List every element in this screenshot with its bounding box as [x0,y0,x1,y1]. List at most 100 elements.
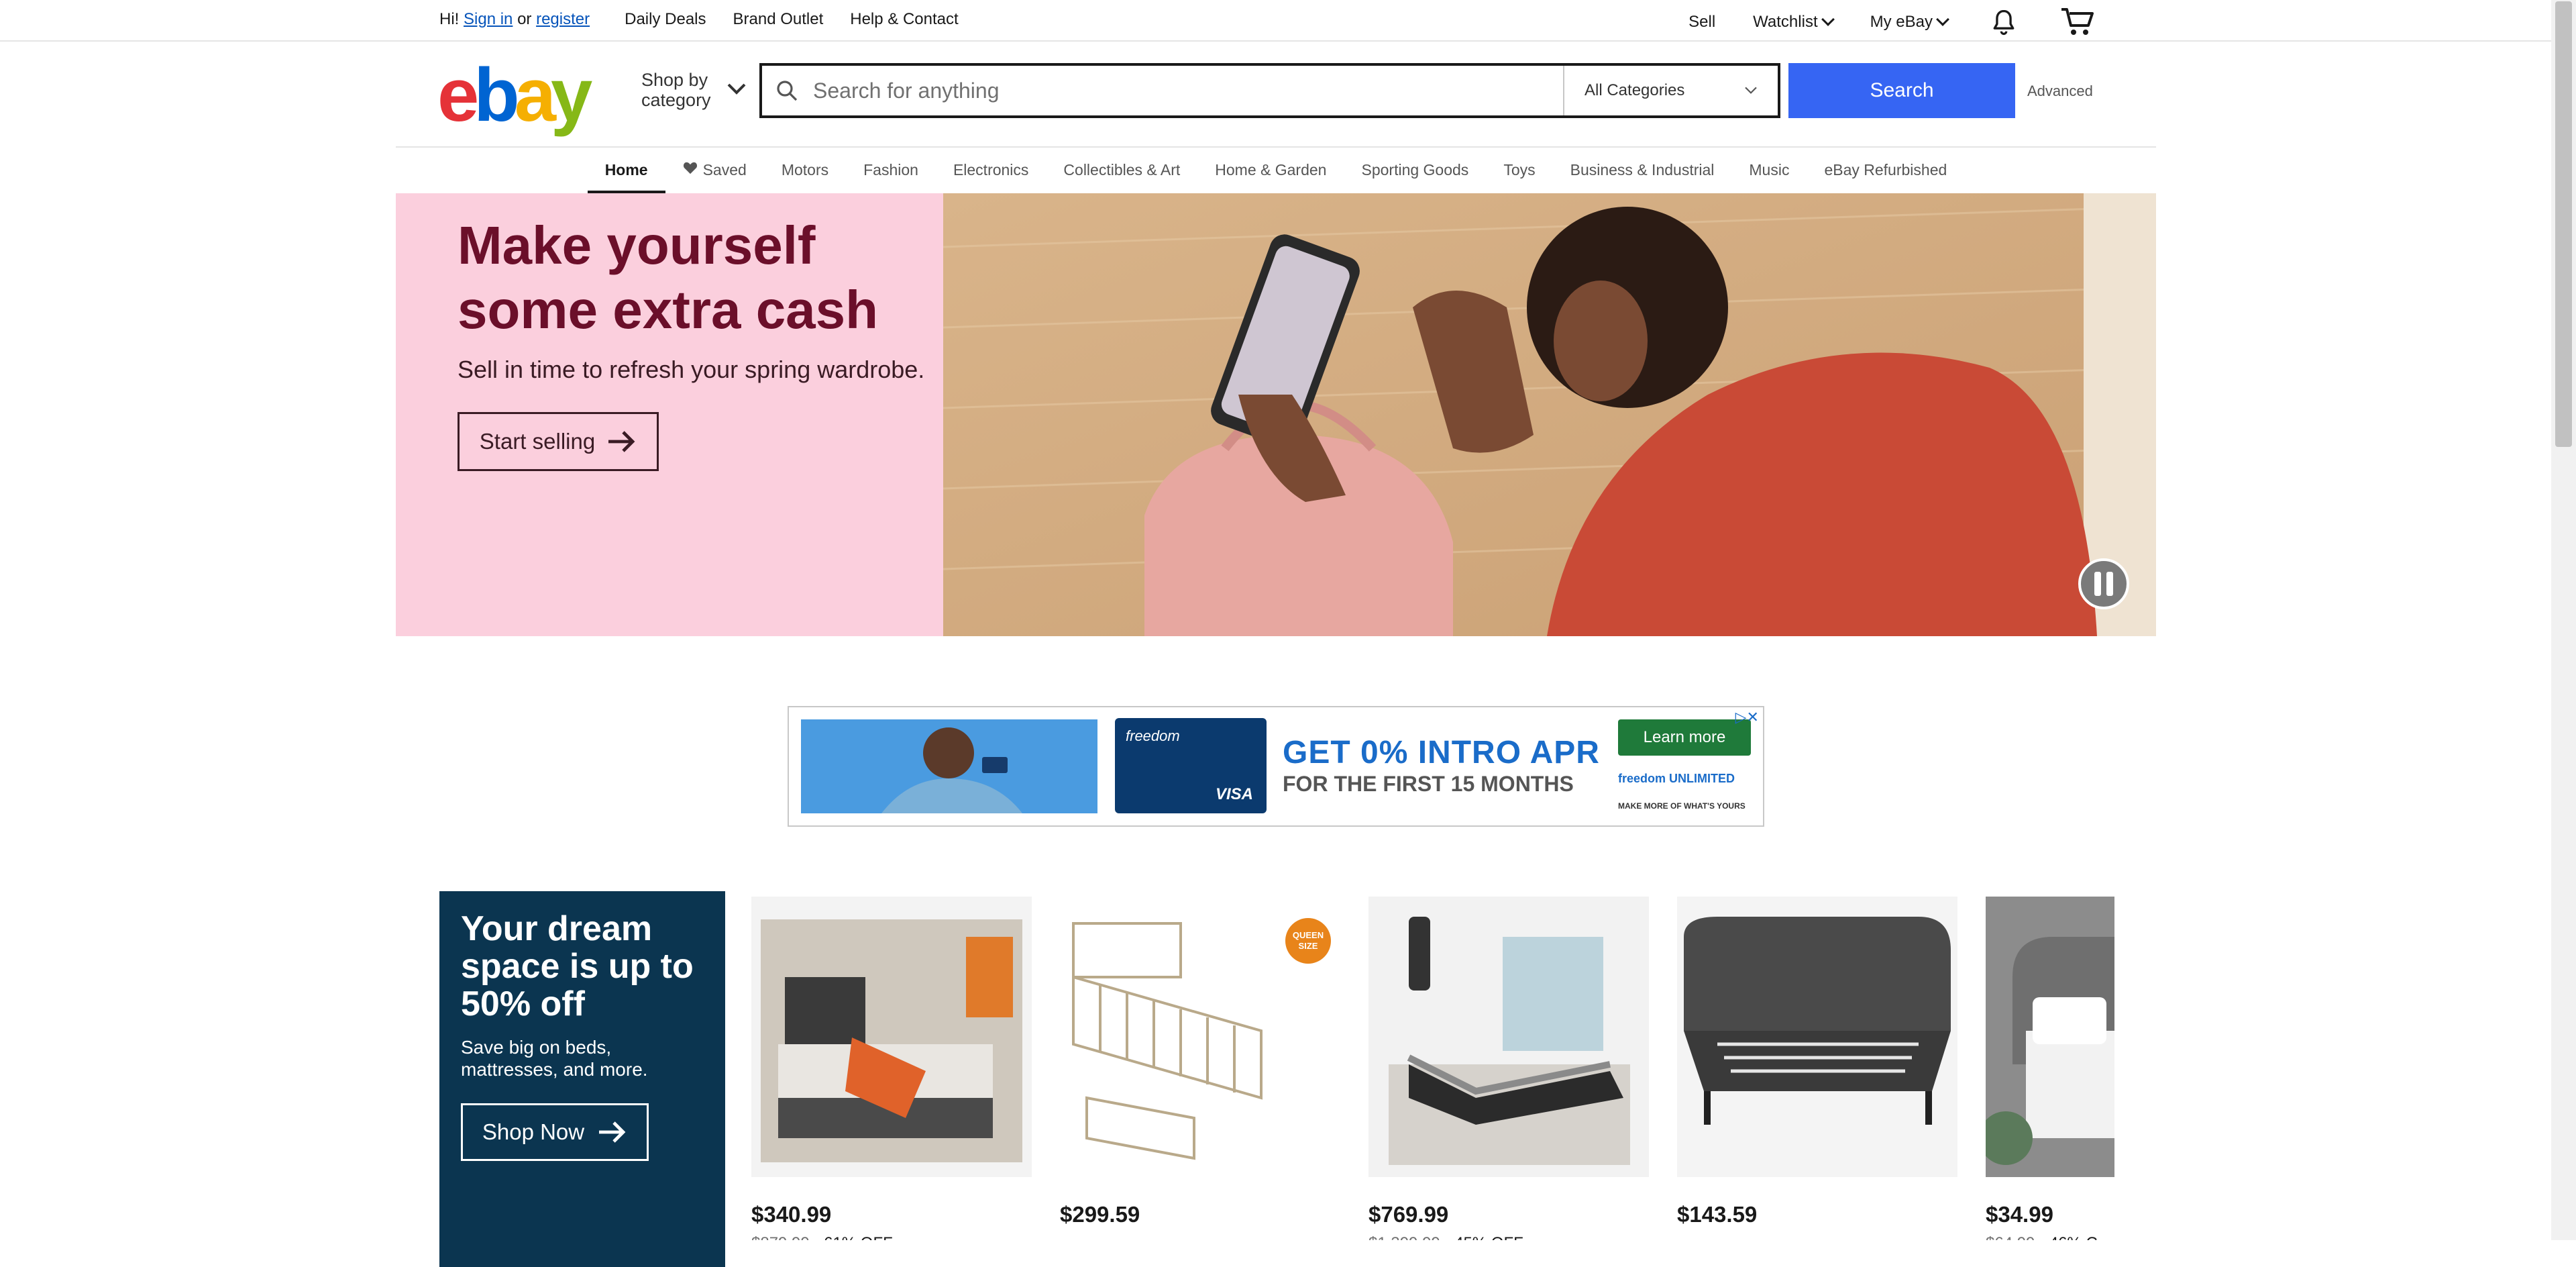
product-original: $879.99 · 61% OFF [751,1234,1033,1240]
cart-icon[interactable] [2060,7,2095,38]
sign-in-link[interactable]: Sign in [464,10,513,28]
nav-item-music[interactable]: Music [1731,148,1807,192]
vertical-scrollbar[interactable] [2551,0,2576,1240]
ad-person-image [801,719,1097,813]
hero-subtitle: Sell in time to refresh your spring ward… [458,356,925,383]
utility-left: Hi! Sign in or register Daily Deals Bran… [439,10,959,29]
chevron-down-icon [1821,13,1835,26]
hero-banner[interactable]: Make yourself some extra cash Sell in ti… [396,193,2156,636]
credit-card-image: freedom VISA [1115,718,1267,813]
nav-item-fashion[interactable]: Fashion [846,148,936,192]
logo-letter-b: b [474,53,519,137]
learn-more-button[interactable]: Learn more [1618,719,1751,756]
discount-label: 46% C [2049,1234,2098,1240]
advanced-search-link[interactable]: Advanced [2027,83,2093,100]
nav-label: Saved [702,161,747,179]
start-selling-label: Start selling [479,429,596,454]
utility-bar: Hi! Sign in or register Daily Deals Bran… [0,0,2551,42]
greeting: Hi! Sign in or register [439,10,590,29]
arrow-right-icon [608,431,635,452]
product-card[interactable]: QUEEN SIZE $299.59 [1060,897,1342,1227]
nav-label: Collectibles & Art [1063,161,1181,179]
product-price: $340.99 [751,1202,832,1227]
pause-icon[interactable] [2077,557,2131,611]
sell-link[interactable]: Sell [1688,13,1715,32]
ebay-logo[interactable]: ebay [437,58,592,133]
product-card[interactable]: $143.59 [1677,897,1959,1227]
register-link[interactable]: register [536,10,590,28]
bell-icon[interactable] [1989,7,2019,37]
product-image-bed-sheets [1979,897,2114,1177]
shop-by-label: Shop by [641,70,708,90]
search-icon [762,66,812,115]
ad-close-icon[interactable]: ▷✕ [1735,709,1759,726]
product-price: $769.99 [1368,1202,1449,1227]
original-price: $879.99 [751,1234,810,1240]
deal-description: Save big on beds, mattresses, and more. [461,1037,648,1080]
chevron-down-icon [1936,13,1949,26]
category-nav: Home Saved Motors Fashion Electronics Co… [396,146,2156,193]
deal-panel: Your dream space is up to 50% off Save b… [439,891,725,1267]
search-input[interactable] [812,66,1563,115]
queen-size-badge: QUEEN [1293,930,1324,940]
greeting-text: Hi! [439,10,460,28]
nav-item-toys[interactable]: Toys [1486,148,1552,192]
scrollbar-thumb[interactable] [2555,1,2572,447]
product-card[interactable]: $769.99 $1,399.99 · 45% OFF [1368,897,1650,1240]
nav-label: Sporting Goods [1361,161,1469,179]
nav-label: Toys [1503,161,1536,179]
nav-item-motors[interactable]: Motors [764,148,846,192]
ad-subline: FOR THE FIRST 15 MONTHS [1283,772,1574,796]
category-select[interactable]: All Categories [1563,66,1778,115]
search-bar: All Categories [759,63,1780,118]
hero-title: Make yourself some extra cash [458,215,879,340]
or-text: or [517,10,532,28]
watchlist-menu[interactable]: Watchlist [1753,13,1835,32]
nav-item-sporting-goods[interactable]: Sporting Goods [1344,148,1486,192]
brand-outlet-link[interactable]: Brand Outlet [733,10,824,29]
daily-deals-link[interactable]: Daily Deals [625,10,706,29]
logo-letter-y: y [551,53,592,137]
queen-size-badge-2: SIZE [1299,941,1318,951]
product-image-adjustable-base [1368,897,1649,1177]
product-card[interactable]: $34.99 $64.99 · 46% C [1979,897,2114,1240]
ad-banner[interactable]: freedom VISA GET 0% INTRO APR FOR THE FI… [788,706,1764,827]
chevron-down-icon [1745,87,1757,94]
my-ebay-menu[interactable]: My eBay [1870,13,1949,32]
card-brand: freedom [1126,727,1180,744]
nav-item-business-industrial[interactable]: Business & Industrial [1553,148,1732,192]
product-price: $299.59 [1060,1202,1140,1227]
discount-label: 61% OFF [824,1234,893,1240]
product-image-mattress [751,897,1032,1177]
product-image-upholstered-bed [1677,897,1957,1177]
nav-item-home-garden[interactable]: Home & Garden [1197,148,1344,192]
ad-tagline: MAKE MORE OF WHAT'S YOURS [1618,801,1746,811]
nav-item-saved[interactable]: Saved [665,148,764,192]
hero-photo [943,193,2156,636]
start-selling-button[interactable]: Start selling [458,412,659,471]
nav-label: eBay Refurbished [1824,161,1947,179]
nav-item-ebay-refurbished[interactable]: eBay Refurbished [1807,148,1964,192]
sell-label: Sell [1688,13,1716,31]
product-price: $34.99 [1986,1202,2053,1227]
hero-copy: Make yourself some extra cash Sell in ti… [458,213,927,384]
nav-item-home[interactable]: Home [587,148,665,193]
search-button[interactable]: Search [1788,63,2015,118]
help-contact-link[interactable]: Help & Contact [850,10,958,29]
product-original: $1,399.99 · 45% OFF [1368,1234,1650,1240]
logo-letter-a: a [514,53,556,137]
shop-by-category-button[interactable]: Shop by category [641,70,746,110]
nav-label: Music [1749,161,1790,179]
heart-icon [683,162,697,174]
product-card[interactable]: $340.99 $879.99 · 61% OFF [751,897,1033,1240]
card-network: VISA [1215,785,1253,803]
nav-label: Home [604,161,648,179]
arrow-right-icon [599,1121,626,1143]
nav-item-collectibles-art[interactable]: Collectibles & Art [1046,148,1197,192]
product-image-bed-frame: QUEEN SIZE [1060,897,1340,1177]
nav-item-electronics[interactable]: Electronics [936,148,1046,192]
nav-label: Home & Garden [1215,161,1327,179]
deal-title: Your dream space is up to 50% off [461,909,694,1023]
shop-now-button[interactable]: Shop Now [461,1103,649,1161]
ad-logo: freedom UNLIMITED [1618,772,1735,785]
